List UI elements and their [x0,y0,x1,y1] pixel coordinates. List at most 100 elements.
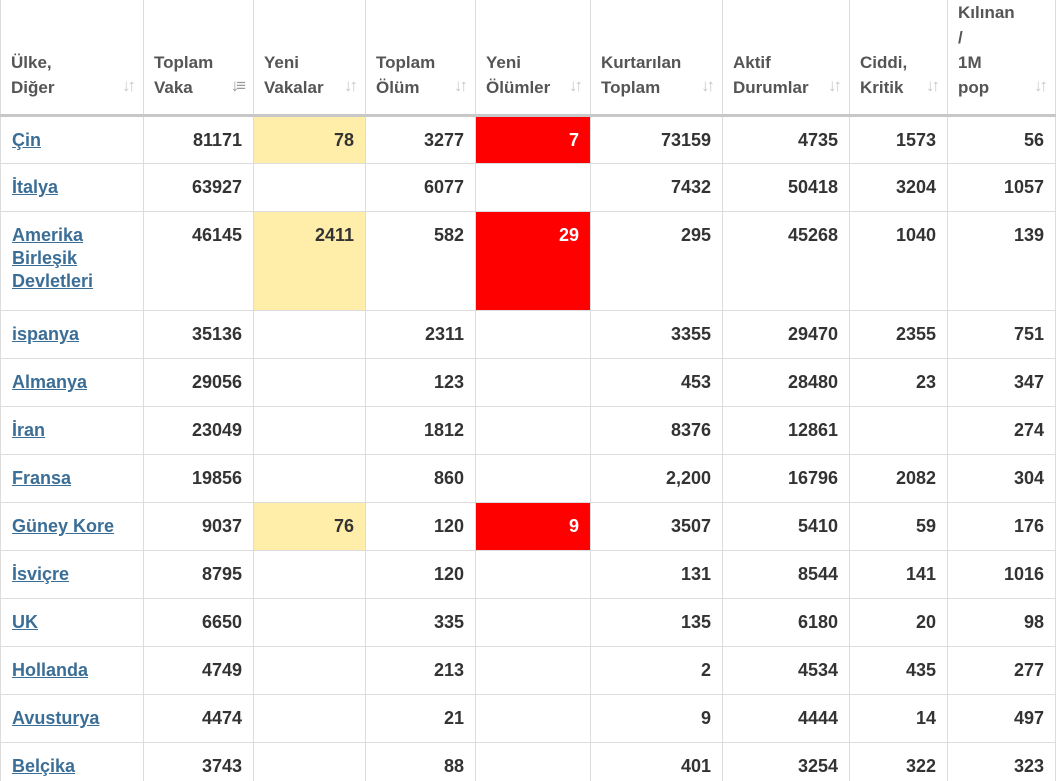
per-1m-pop-cell: 274 [947,406,1056,455]
column-header-serious-critical[interactable]: Ciddi, Kritik ↓↑ [849,0,948,117]
new-cases-cell [253,358,366,407]
country-link[interactable]: Amerika Birleşik Devletleri [12,225,93,291]
country-link[interactable]: Güney Kore [12,516,114,536]
total-deaths-cell: 582 [365,211,476,311]
active-cases-cell: 5410 [722,502,850,551]
column-header-new-cases[interactable]: Yeni Vakalar ↓↑ [253,0,366,117]
serious-critical-cell: 1573 [849,115,948,164]
serious-critical-cell: 435 [849,646,948,695]
country-link[interactable]: ispanya [12,324,79,344]
country-cell: Almanya [0,358,144,407]
country-link[interactable]: Fransa [12,468,71,488]
serious-critical-cell: 59 [849,502,948,551]
serious-critical-cell: 3204 [849,163,948,212]
country-link[interactable]: İran [12,420,45,440]
table-row: Hollanda 4749 213 2 4534 435 277 [0,646,1056,695]
total-deaths-cell: 213 [365,646,476,695]
new-cases-cell [253,646,366,695]
new-cases-cell [253,694,366,743]
country-cell: Güney Kore [0,502,144,551]
sort-icon[interactable]: ↓↑ [344,73,358,98]
sort-icon[interactable]: ↓↑ [454,73,468,98]
new-deaths-cell [475,454,591,503]
active-cases-cell: 4735 [722,115,850,164]
sort-icon[interactable]: ↓↑ [828,73,842,98]
table-row: Çin 81171 78 3277 7 73159 4735 1573 56 [0,115,1056,164]
covid-stats-table-container: Ülke, Diğer ↓↑ Toplam Vaka ↓≡ Yeni Vakalar … [0,0,1056,781]
country-link[interactable]: Hollanda [12,660,88,680]
new-deaths-cell: 7 [475,115,591,164]
country-link[interactable]: İtalya [12,177,58,197]
new-deaths-cell [475,742,591,781]
new-deaths-cell [475,646,591,695]
table-body: Çin 81171 78 3277 7 73159 4735 1573 56 İ… [0,115,1056,781]
per-1m-pop-cell: 139 [947,211,1056,311]
country-link[interactable]: UK [12,612,38,632]
sort-desc-icon[interactable]: ↓≡ [231,73,247,98]
column-header-total-cases[interactable]: Toplam Vaka ↓≡ [143,0,254,117]
total-recovered-cell: 7432 [590,163,723,212]
header-row: Ülke, Diğer ↓↑ Toplam Vaka ↓≡ Yeni Vakalar … [0,0,1056,117]
new-deaths-cell [475,358,591,407]
country-link[interactable]: İsviçre [12,564,69,584]
country-cell: Belçika [0,742,144,781]
country-cell: Amerika Birleşik Devletleri [0,211,144,311]
total-recovered-cell: 2 [590,646,723,695]
serious-critical-cell: 20 [849,598,948,647]
column-header-active-cases[interactable]: Aktif Durumlar ↓↑ [722,0,850,117]
new-deaths-cell [475,310,591,359]
total-recovered-cell: 131 [590,550,723,599]
country-cell: Hollanda [0,646,144,695]
total-cases-cell: 19856 [143,454,254,503]
serious-critical-cell: 14 [849,694,948,743]
active-cases-cell: 50418 [722,163,850,212]
country-cell: İran [0,406,144,455]
new-cases-cell [253,310,366,359]
country-link[interactable]: Çin [12,130,41,150]
column-header-country[interactable]: Ülke, Diğer ↓↑ [0,0,144,117]
country-link[interactable]: Avusturya [12,708,99,728]
total-recovered-cell: 3355 [590,310,723,359]
table-header: Ülke, Diğer ↓↑ Toplam Vaka ↓≡ Yeni Vakalar … [0,0,1056,117]
column-header-per-1m-pop[interactable]: Kılınan/1M pop ↓↑ [947,0,1056,117]
table-row: Avusturya 4474 21 9 4444 14 497 [0,694,1056,743]
new-deaths-cell [475,694,591,743]
new-cases-cell [253,550,366,599]
country-link[interactable]: Almanya [12,372,87,392]
active-cases-cell: 4444 [722,694,850,743]
total-cases-cell: 8795 [143,550,254,599]
sort-icon[interactable]: ↓↑ [701,73,715,98]
serious-critical-cell: 23 [849,358,948,407]
new-cases-cell: 76 [253,502,366,551]
column-header-new-deaths[interactable]: Yeni Ölümler ↓↑ [475,0,591,117]
sort-icon[interactable]: ↓↑ [1034,73,1048,98]
sort-icon[interactable]: ↓↑ [569,73,583,98]
column-header-total-recovered[interactable]: Kurtarılan Toplam ↓↑ [590,0,723,117]
column-header-total-deaths[interactable]: Toplam Ölüm ↓↑ [365,0,476,117]
new-deaths-cell [475,598,591,647]
per-1m-pop-cell: 98 [947,598,1056,647]
total-deaths-cell: 2311 [365,310,476,359]
table-row: Güney Kore 9037 76 120 9 3507 5410 59 17… [0,502,1056,551]
total-deaths-cell: 123 [365,358,476,407]
per-1m-pop-cell: 751 [947,310,1056,359]
per-1m-pop-cell: 347 [947,358,1056,407]
total-deaths-cell: 120 [365,550,476,599]
total-deaths-cell: 1812 [365,406,476,455]
new-cases-cell: 2411 [253,211,366,311]
active-cases-cell: 6180 [722,598,850,647]
new-deaths-cell: 9 [475,502,591,551]
total-recovered-cell: 295 [590,211,723,311]
per-1m-pop-cell: 304 [947,454,1056,503]
country-link[interactable]: Belçika [12,756,75,776]
country-cell: Avusturya [0,694,144,743]
new-cases-cell [253,406,366,455]
serious-critical-cell [849,406,948,455]
total-deaths-cell: 3277 [365,115,476,164]
total-cases-cell: 4474 [143,694,254,743]
total-recovered-cell: 9 [590,694,723,743]
sort-icon[interactable]: ↓↑ [926,73,940,98]
sort-icon[interactable]: ↓↑ [122,73,136,98]
table-row: İtalya 63927 6077 7432 50418 3204 1057 [0,163,1056,212]
total-cases-cell: 3743 [143,742,254,781]
